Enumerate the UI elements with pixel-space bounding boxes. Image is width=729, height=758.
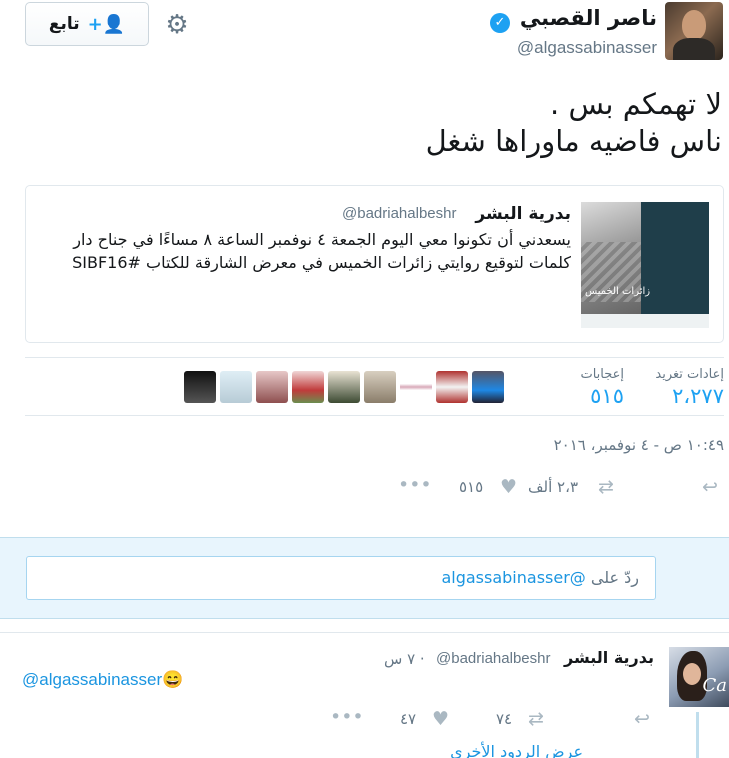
avatar-signature: Ca (702, 675, 727, 696)
reply-time[interactable]: · ٧ س (384, 650, 425, 668)
liker-avatar[interactable] (292, 371, 324, 403)
more-replies-link[interactable]: عرض الردود الأخرى (450, 742, 583, 758)
thread-line (696, 712, 699, 758)
reply-like-count: ٤٧ (400, 710, 417, 728)
tweet-timestamp: ١٠:٤٩ ص - ٤ نوفمبر، ٢٠١٦ (553, 436, 724, 454)
reply-placeholder-mention: @algassabinasser (441, 568, 586, 587)
follow-label: تابع (48, 14, 80, 34)
gear-icon[interactable]: ⚙ (162, 10, 192, 40)
add-user-icon: 👤+ (87, 13, 126, 35)
avatar-body (673, 38, 715, 60)
reply-placeholder-prefix: ردّ على (590, 568, 639, 587)
book-cover-image[interactable]: زائرات الخميس (581, 202, 709, 328)
avatar-face (682, 10, 706, 40)
retweets-value[interactable]: ٢،٢٧٧ (672, 384, 724, 408)
more-icon[interactable]: ••• (398, 472, 432, 498)
likes-value[interactable]: ٥١٥ (590, 384, 624, 408)
author-handle[interactable]: @algassabinasser (517, 38, 657, 58)
follow-button[interactable]: 👤+ تابع (25, 2, 149, 46)
liker-avatar[interactable] (220, 371, 252, 403)
author-name[interactable]: ناصر القصبي (520, 6, 657, 30)
liker-avatar[interactable] (400, 371, 432, 403)
reply-author-avatar[interactable]: Ca (669, 647, 729, 707)
liker-avatar[interactable] (256, 371, 288, 403)
like-count: ٥١٥ (459, 478, 484, 496)
retweet-count: ٢،٣ ألف (528, 478, 579, 496)
cover-title: زائرات الخميس (585, 286, 651, 297)
reply-author-name[interactable]: بدرية البشر (564, 648, 654, 667)
heart-icon[interactable]: ♥ (432, 706, 449, 732)
retweets-label[interactable]: إعادات تغريد (655, 367, 724, 382)
liker-avatar[interactable] (184, 371, 216, 403)
tweet-text-line: لا تهمكم بس . (550, 87, 722, 121)
reply-text[interactable]: @algassabinasser😄 (22, 670, 183, 690)
reply-retweet-count: ٧٤ (496, 710, 513, 728)
reply-icon[interactable]: ↩ (702, 474, 718, 500)
verified-badge-icon: ✓ (490, 13, 510, 33)
divider (25, 415, 724, 416)
heart-icon[interactable]: ♥ (500, 474, 517, 500)
cover-strip (581, 314, 709, 328)
likes-label[interactable]: إعجابات (580, 367, 624, 382)
quote-text: يسعدني أن تكونوا معي اليوم الجمعة ٤ نوفم… (72, 230, 571, 272)
liker-avatar[interactable] (436, 371, 468, 403)
tweet-text-line: ناس فاضيه ماوراها شغل (425, 124, 722, 158)
reply-author-handle[interactable]: @badriahalbeshr (436, 650, 550, 667)
likers-list (184, 371, 504, 403)
retweet-icon[interactable]: ⇄ (528, 706, 544, 732)
quote-author-name[interactable]: بدرية البشر (475, 204, 571, 224)
divider (0, 632, 729, 633)
cover-panel (641, 202, 709, 328)
liker-avatar[interactable] (472, 371, 504, 403)
avatar-face (683, 663, 701, 685)
retweet-icon[interactable]: ⇄ (598, 474, 614, 500)
liker-avatar[interactable] (328, 371, 360, 403)
quote-author-handle[interactable]: @badriahalbeshr (342, 205, 456, 222)
liker-avatar[interactable] (364, 371, 396, 403)
reply-placeholder: ردّ على @algassabinasser (441, 568, 639, 587)
tweet-text: لا تهمكم بس . ناس فاضيه ماوراها شغل (22, 86, 722, 160)
divider (25, 357, 724, 358)
more-icon[interactable]: ••• (330, 704, 364, 730)
reply-icon[interactable]: ↩ (634, 706, 650, 732)
author-avatar[interactable] (665, 2, 723, 60)
